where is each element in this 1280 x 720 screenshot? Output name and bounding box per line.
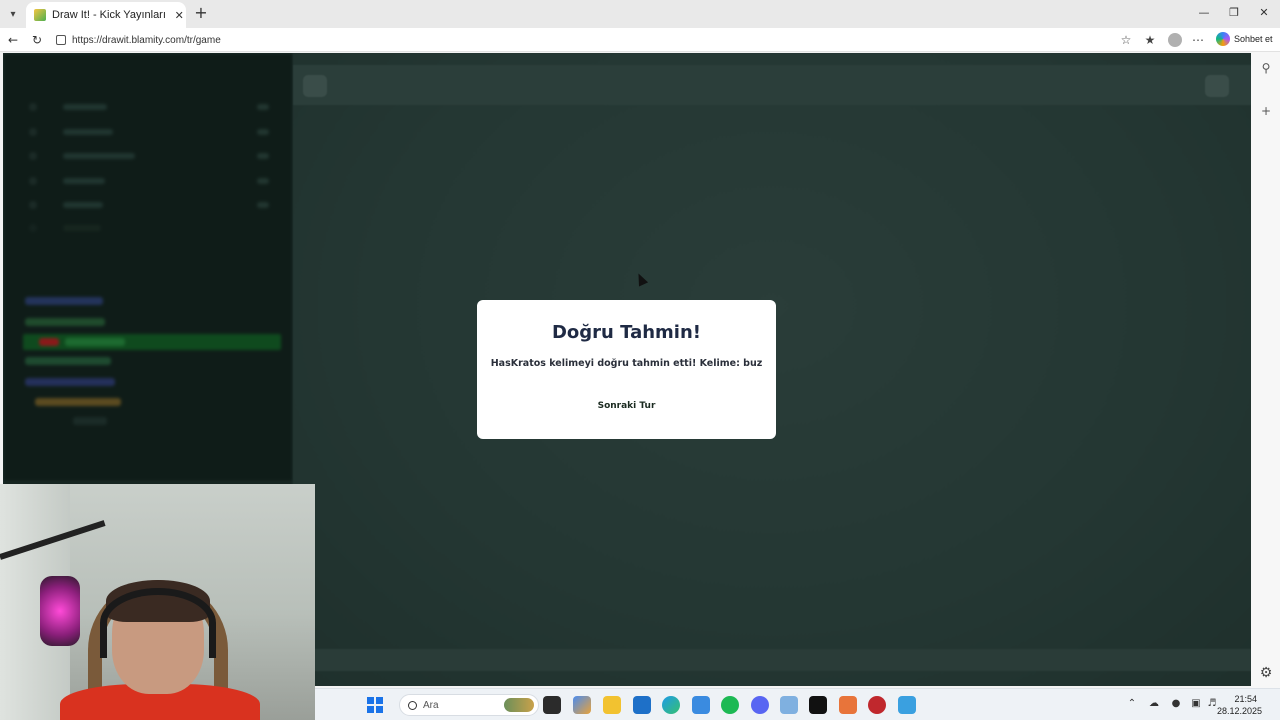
site-favicon-icon bbox=[34, 9, 46, 21]
list-item bbox=[29, 176, 269, 186]
gear-icon[interactable]: ⚙ bbox=[1258, 665, 1274, 681]
next-round-button[interactable]: Sonraki Tur bbox=[593, 396, 660, 416]
taskbar-clock[interactable]: 21:54 28.12.2025 bbox=[1217, 693, 1263, 717]
media-app-icon[interactable] bbox=[809, 696, 827, 714]
notepad-icon[interactable] bbox=[898, 696, 916, 714]
discord-icon[interactable] bbox=[751, 696, 769, 714]
restore-icon[interactable]: ❐ bbox=[1227, 6, 1241, 19]
correct-guess-dialog: Doğru Tahmin! HasKratos kelimeyi doğru t… bbox=[477, 300, 776, 439]
star-icon[interactable]: ☆ bbox=[1118, 32, 1134, 48]
more-icon[interactable]: ⋯ bbox=[1190, 32, 1206, 48]
chat-line bbox=[25, 297, 103, 305]
canvas-tool-button[interactable] bbox=[303, 75, 327, 97]
edge-icon[interactable] bbox=[662, 696, 680, 714]
store-icon[interactable] bbox=[633, 696, 651, 714]
browser-sidebar: ⚲ + bbox=[1251, 52, 1280, 688]
plus-icon[interactable]: + bbox=[1258, 103, 1274, 119]
chat-line bbox=[25, 318, 105, 326]
copilot-label: Sohbet et bbox=[1234, 34, 1273, 44]
chat-line bbox=[25, 378, 115, 386]
minimize-icon[interactable]: — bbox=[1197, 6, 1211, 19]
app-icon[interactable] bbox=[780, 696, 798, 714]
canvas-toolbar bbox=[293, 65, 1251, 105]
browser-tab-active[interactable]: Draw It! - Kick Yayınları İçin Çizim ✕ bbox=[26, 2, 186, 28]
file-explorer-icon[interactable] bbox=[603, 696, 621, 714]
widgets-icon[interactable] bbox=[573, 696, 591, 714]
onedrive-icon[interactable]: ☁ bbox=[1148, 698, 1160, 710]
url-text: https://drawit.blamity.com/tr/game bbox=[72, 34, 221, 46]
network-icon[interactable]: ▣ bbox=[1190, 698, 1202, 710]
close-icon[interactable]: ✕ bbox=[172, 9, 186, 22]
tab-title: Draw It! - Kick Yayınları İçin Çizim bbox=[52, 9, 166, 21]
list-item bbox=[29, 151, 269, 161]
dialog-title: Doğru Tahmin! bbox=[551, 322, 702, 343]
chevron-down-icon[interactable]: ▾ bbox=[4, 5, 22, 23]
microphone-tray-icon[interactable]: ● bbox=[1170, 698, 1182, 710]
list-item bbox=[29, 223, 269, 233]
list-item bbox=[29, 127, 269, 137]
arrow-left-icon[interactable]: ← bbox=[5, 32, 21, 48]
dialog-message: HasKratos kelimeyi doğru tahmin etti! Ke… bbox=[490, 358, 763, 369]
window-close-icon[interactable]: ✕ bbox=[1257, 6, 1271, 19]
microphone-icon bbox=[40, 576, 80, 646]
canvas-footer bbox=[293, 649, 1251, 671]
taskbar-search[interactable]: Ara bbox=[399, 694, 539, 716]
site-info-icon[interactable] bbox=[56, 35, 66, 45]
chat-line bbox=[25, 357, 111, 365]
canvas-menu-button[interactable] bbox=[1205, 75, 1229, 97]
search-icon[interactable]: ⚲ bbox=[1258, 60, 1274, 76]
clock-date: 28.12.2025 bbox=[1217, 706, 1263, 716]
search-icon bbox=[408, 700, 417, 710]
search-highlight-image bbox=[504, 698, 534, 712]
browser-tab-bar: ▾ Draw It! - Kick Yayınları İçin Çizim ✕… bbox=[0, 0, 1280, 28]
chevron-up-icon[interactable]: ⌃ bbox=[1126, 698, 1138, 710]
chat-line bbox=[35, 398, 121, 406]
app-icon[interactable] bbox=[839, 696, 857, 714]
copilot-icon bbox=[1216, 32, 1230, 46]
refresh-icon[interactable]: ↻ bbox=[29, 32, 45, 48]
address-toolbar: ← ↻ https://drawit.blamity.com/tr/game ☆… bbox=[0, 28, 1280, 52]
search-placeholder: Ara bbox=[423, 699, 439, 711]
list-item bbox=[29, 200, 269, 210]
record-app-icon[interactable] bbox=[868, 696, 886, 714]
chat-line bbox=[65, 338, 125, 346]
headset-icon bbox=[100, 588, 216, 658]
clock-time: 21:54 bbox=[1234, 694, 1257, 704]
chat-line bbox=[73, 417, 107, 425]
task-view-icon[interactable] bbox=[543, 696, 561, 714]
url-field[interactable]: https://drawit.blamity.com/tr/game bbox=[50, 30, 1140, 50]
copilot-button[interactable]: Sohbet et bbox=[1216, 32, 1273, 46]
chat-line bbox=[39, 338, 59, 346]
profile-avatar[interactable] bbox=[1168, 33, 1182, 47]
webcam-overlay bbox=[0, 484, 315, 720]
list-item bbox=[29, 102, 269, 112]
outlook-icon[interactable] bbox=[692, 696, 710, 714]
spotify-icon[interactable] bbox=[721, 696, 739, 714]
windows-taskbar: Ara ⌃ ☁ ● ▣ ♬ 21:54 28.12.2025 bbox=[315, 688, 1280, 720]
start-button[interactable] bbox=[367, 697, 383, 713]
chat-highlight bbox=[23, 334, 281, 350]
collections-icon[interactable]: ★ bbox=[1142, 32, 1158, 48]
new-tab-plus-icon[interactable]: + bbox=[192, 5, 210, 23]
